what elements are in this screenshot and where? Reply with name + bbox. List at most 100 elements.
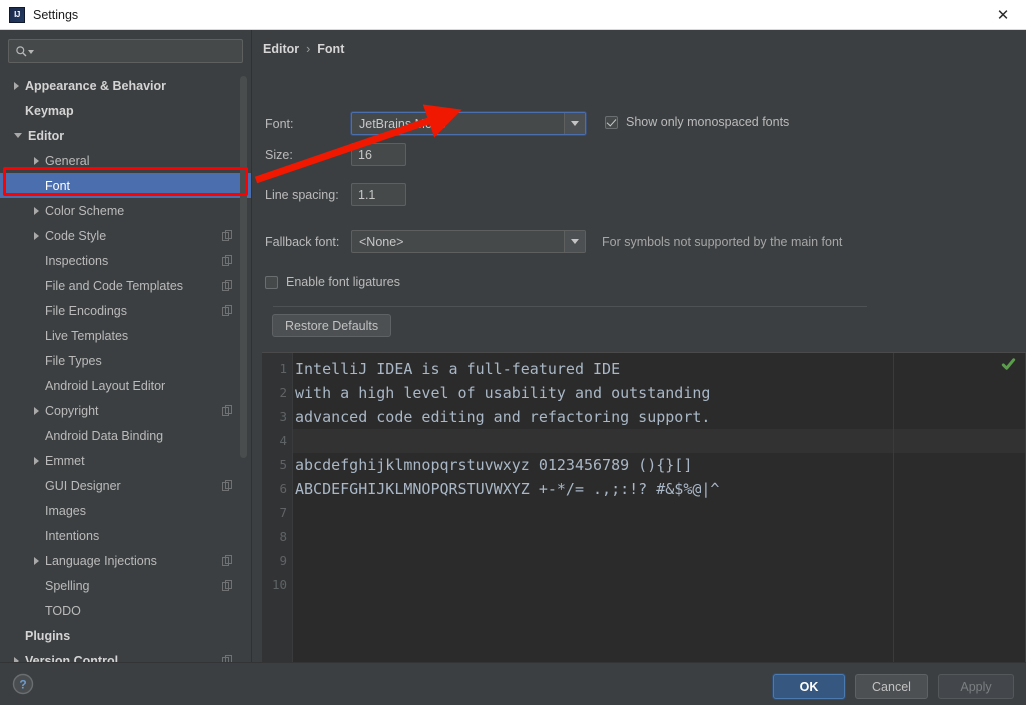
- settings-tree: Appearance & Behavior Keymap Editor General…: [0, 73, 251, 662]
- sidebar-item-gui-designer[interactable]: GUI Designer: [0, 473, 251, 498]
- help-question-icon[interactable]: ?: [12, 673, 34, 695]
- close-icon[interactable]: ✕: [980, 0, 1026, 30]
- font-preview-editor[interactable]: 1 2 3 4 5 6 7 8 9 10 IntelliJ IDEA is a full-feat…: [262, 352, 1026, 677]
- settings-sidebar: Appearance & Behavior Keymap Editor General…: [0, 30, 252, 662]
- size-row: Size:: [265, 143, 406, 166]
- caret-row-highlight: [293, 429, 1026, 453]
- dialog-body: Appearance & Behavior Keymap Editor General…: [0, 30, 1026, 677]
- size-label: Size:: [265, 147, 293, 162]
- enable-font-ligatures-checkbox[interactable]: [265, 275, 278, 289]
- sidebar-item-todo[interactable]: TODO: [0, 598, 251, 623]
- sidebar-item-version-control[interactable]: Version Control: [0, 648, 251, 662]
- sidebar-item-spelling[interactable]: Spelling: [0, 573, 251, 598]
- fallback-font-combobox[interactable]: <None>: [351, 230, 586, 253]
- sidebar-item-android-layout-editor[interactable]: Android Layout Editor: [0, 373, 251, 398]
- sidebar-item-file-types[interactable]: File Types: [0, 348, 251, 373]
- settings-dialog: Settings ✕ Appearance & Behavior Keymap Ed…: [0, 0, 1026, 705]
- green-check-icon[interactable]: [1001, 357, 1016, 372]
- sidebar-item-inspections[interactable]: Inspections: [0, 248, 251, 273]
- copy-config-icon[interactable]: [222, 230, 232, 241]
- monospaced-checkbox-row[interactable]: Show only monospaced fonts: [605, 115, 789, 129]
- sidebar-item-file-and-code-templates[interactable]: File and Code Templates: [0, 273, 251, 298]
- sidebar-item-label: Appearance & Behavior: [25, 78, 167, 93]
- ligatures-checkbox-row[interactable]: Enable font ligatures: [265, 275, 400, 289]
- editor-code-line: with a high level of usability and outst…: [295, 384, 711, 402]
- dialog-footer: ? OK Cancel Apply: [0, 662, 1026, 705]
- sidebar-item-label: Live Templates: [45, 328, 129, 343]
- copy-config-icon[interactable]: [222, 555, 232, 566]
- sidebar-item-appearance-behavior[interactable]: Appearance & Behavior: [0, 73, 251, 98]
- sidebar-item-code-style[interactable]: Code Style: [0, 223, 251, 248]
- sidebar-item-emmet[interactable]: Emmet: [0, 448, 251, 473]
- sidebar-item-live-templates[interactable]: Live Templates: [0, 323, 251, 348]
- chevron-down-icon[interactable]: [14, 133, 22, 138]
- cancel-button[interactable]: Cancel: [855, 674, 928, 699]
- breadcrumb-root[interactable]: Editor: [263, 42, 299, 56]
- intellij-idea-logo-icon: [9, 6, 25, 23]
- copy-config-icon[interactable]: [222, 255, 232, 266]
- chevron-right-icon[interactable]: [34, 156, 39, 165]
- search-box[interactable]: [8, 39, 243, 63]
- sidebar-item-label: File Encodings: [45, 303, 127, 318]
- window-title: Settings: [33, 7, 79, 22]
- ok-button[interactable]: OK: [773, 674, 845, 699]
- copy-config-icon[interactable]: [222, 280, 232, 291]
- sidebar-item-images[interactable]: Images: [0, 498, 251, 523]
- restore-defaults-button[interactable]: Restore Defaults: [272, 314, 392, 337]
- fallback-font-chevron-down-icon[interactable]: [564, 231, 585, 252]
- right-margin-guide: [893, 353, 894, 677]
- editor-code-line: IntelliJ IDEA is a full-featured IDE: [295, 360, 621, 378]
- chevron-right-icon[interactable]: [34, 231, 39, 240]
- sidebar-item-label: Spelling: [45, 578, 90, 593]
- sidebar-scrollbar[interactable]: [240, 76, 247, 458]
- search-dropdown-chevron-down-icon[interactable]: [28, 50, 34, 54]
- editor-line-number: 7: [279, 505, 287, 520]
- sidebar-item-label: Plugins: [25, 628, 71, 643]
- size-input[interactable]: [351, 143, 406, 166]
- sidebar-item-color-scheme[interactable]: Color Scheme: [0, 198, 251, 223]
- sidebar-item-label: Images: [45, 503, 86, 518]
- sidebar-item-label: Color Scheme: [45, 203, 125, 218]
- sidebar-item-label: GUI Designer: [45, 478, 121, 493]
- sidebar-item-label: General: [45, 153, 90, 168]
- copy-config-icon[interactable]: [222, 655, 232, 662]
- sidebar-item-font[interactable]: Font: [0, 173, 251, 198]
- font-combobox-chevron-down-icon[interactable]: [564, 113, 585, 134]
- copy-config-icon[interactable]: [222, 580, 232, 591]
- chevron-right-icon[interactable]: [14, 81, 19, 90]
- editor-line-number: 8: [279, 529, 287, 544]
- chevron-right-icon[interactable]: [34, 556, 39, 565]
- copy-config-icon[interactable]: [222, 305, 232, 316]
- apply-button[interactable]: Apply: [938, 674, 1014, 699]
- show-only-monospaced-label: Show only monospaced fonts: [626, 115, 790, 129]
- font-combobox[interactable]: JetBrains Mono: [351, 112, 586, 135]
- chevron-right-icon[interactable]: [34, 206, 39, 215]
- sidebar-item-label: Font: [45, 178, 71, 193]
- sidebar-item-copyright[interactable]: Copyright: [0, 398, 251, 423]
- line-spacing-input[interactable]: [351, 183, 406, 206]
- sidebar-item-keymap[interactable]: Keymap: [0, 98, 251, 123]
- sidebar-item-editor[interactable]: Editor: [0, 123, 251, 148]
- search-input[interactable]: [37, 42, 237, 62]
- sidebar-item-android-data-binding[interactable]: Android Data Binding: [0, 423, 251, 448]
- fallback-font-label: Fallback font:: [265, 234, 340, 249]
- sidebar-item-general[interactable]: General: [0, 148, 251, 173]
- sidebar-item-label: Copyright: [45, 403, 99, 418]
- sidebar-item-language-injections[interactable]: Language Injections: [0, 548, 251, 573]
- copy-config-icon[interactable]: [222, 405, 232, 416]
- section-divider: [273, 306, 867, 307]
- editor-line-number: 1: [279, 361, 287, 376]
- show-only-monospaced-checkbox[interactable]: [605, 115, 618, 129]
- sidebar-item-file-encodings[interactable]: File Encodings: [0, 298, 251, 323]
- sidebar-item-label: Language Injections: [45, 553, 157, 568]
- copy-config-icon[interactable]: [222, 480, 232, 491]
- sidebar-item-intentions[interactable]: Intentions: [0, 523, 251, 548]
- editor-code-line: ABCDEFGHIJKLMNOPQRSTUVWXYZ +-*/= .,;:!? …: [295, 480, 720, 498]
- editor-line-number: 10: [271, 577, 287, 592]
- fallback-font-combobox-value: <None>: [359, 234, 404, 249]
- chevron-right-icon[interactable]: [34, 456, 39, 465]
- breadcrumb-separator-icon: ›: [306, 42, 311, 56]
- editor-line-number: 6: [279, 481, 287, 496]
- chevron-right-icon[interactable]: [34, 406, 39, 415]
- sidebar-item-plugins[interactable]: Plugins: [0, 623, 251, 648]
